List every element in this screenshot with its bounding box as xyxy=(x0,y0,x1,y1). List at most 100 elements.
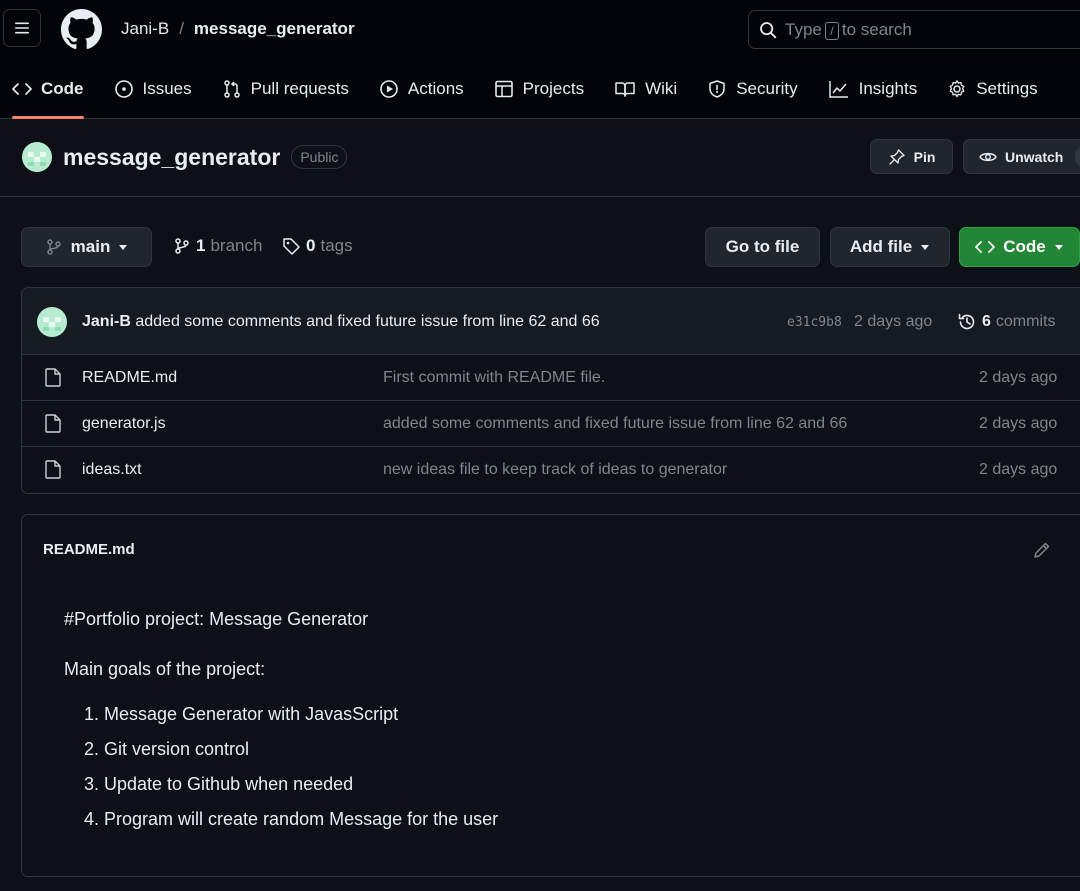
git-branch-icon xyxy=(175,238,189,254)
branches-link[interactable]: 1 branch xyxy=(173,236,262,256)
file-icon xyxy=(45,460,61,479)
tab-actions-label: Actions xyxy=(407,79,464,98)
table-icon xyxy=(494,80,513,98)
branch-name: main xyxy=(70,237,111,256)
breadcrumb: Jani-B / message_generator xyxy=(121,19,355,39)
tab-security[interactable]: Security xyxy=(707,70,798,108)
add-file-label: Add file xyxy=(849,237,913,256)
file-row[interactable]: ideas.txt new ideas file to keep track o… xyxy=(22,447,1080,493)
tag-icon xyxy=(283,237,300,255)
commit-time: 2 days ago xyxy=(854,313,933,330)
search-placeholder-suffix: to search xyxy=(841,19,912,39)
file-row[interactable]: README.md First commit with README file.… xyxy=(22,355,1080,401)
repo-title-row: message_generator Public xyxy=(22,142,348,172)
eye-icon xyxy=(979,152,997,161)
readme-intro: Main goals of the project: xyxy=(64,659,266,679)
breadcrumb-repo-link[interactable]: message_generator xyxy=(194,19,355,39)
code-dropdown-button[interactable]: Code xyxy=(959,227,1080,267)
tab-actions[interactable]: Actions xyxy=(379,70,464,108)
readme-heading: #Portfolio project: Message Generator xyxy=(64,609,369,629)
commit-author-link[interactable]: Jani-B xyxy=(82,313,131,330)
unwatch-button[interactable]: Unwatch xyxy=(963,139,1080,174)
commit-sha-link[interactable]: e31c9b8 xyxy=(787,315,842,330)
author-avatar[interactable] xyxy=(37,307,67,337)
repo-nav-tabs: Code Issues Pull requests Actions Projec… xyxy=(0,70,1038,119)
tab-issues[interactable]: Issues xyxy=(114,70,192,108)
add-file-button[interactable]: Add file xyxy=(830,227,950,267)
list-item: Message Generator with JavasScript xyxy=(104,697,498,732)
visibility-badge: Public xyxy=(291,145,348,169)
search-placeholder-prefix: Type xyxy=(785,19,822,39)
tab-code-label: Code xyxy=(41,79,84,98)
git-pull-request-icon xyxy=(223,80,240,98)
pin-button[interactable]: Pin xyxy=(870,139,953,174)
file-name-link[interactable]: generator.js xyxy=(82,415,166,433)
tab-projects-label: Projects xyxy=(522,79,585,98)
caret-down-icon xyxy=(119,245,128,250)
gear-icon xyxy=(949,80,965,98)
tab-pull-requests-label: Pull requests xyxy=(250,79,349,98)
pencil-icon[interactable] xyxy=(1033,541,1051,559)
code-icon xyxy=(12,83,32,95)
breadcrumb-owner-link[interactable]: Jani-B xyxy=(121,19,169,39)
readme-goals-list: Message Generator with JavasScript Git v… xyxy=(104,697,498,837)
file-name-link[interactable]: README.md xyxy=(82,369,177,387)
tab-insights[interactable]: Insights xyxy=(828,70,918,108)
file-commit-message-link[interactable]: new ideas file to keep track of ideas to… xyxy=(383,461,727,479)
issue-opened-icon xyxy=(114,80,133,98)
tab-wiki-label: Wiki xyxy=(645,79,678,98)
file-icon xyxy=(45,414,61,433)
repo-name[interactable]: message_generator xyxy=(63,144,280,171)
tag-word: tags xyxy=(320,236,353,255)
list-item: Update to Github when needed xyxy=(104,767,498,802)
tab-insights-label: Insights xyxy=(858,79,918,98)
branch-word: branch xyxy=(210,236,263,255)
file-row[interactable]: generator.js added some comments and fix… xyxy=(22,401,1080,447)
tab-wiki[interactable]: Wiki xyxy=(614,70,677,108)
commits-history-link[interactable]: 6 commits xyxy=(957,312,1055,332)
tab-projects[interactable]: Projects xyxy=(494,70,584,108)
code-button-label: Code xyxy=(1003,237,1046,256)
graph-icon xyxy=(828,81,848,98)
file-commit-date: 2 days ago xyxy=(979,461,1058,478)
branch-select-button[interactable]: main xyxy=(21,227,152,267)
search-input[interactable]: Type / to search xyxy=(748,10,1080,49)
tab-pull-requests[interactable]: Pull requests xyxy=(222,70,349,108)
hamburger-menu-button[interactable] xyxy=(3,9,41,47)
commit-count: 6 xyxy=(982,313,991,330)
commit-message-link[interactable]: added some comments and fixed future iss… xyxy=(135,313,599,330)
unwatch-label: Unwatch xyxy=(1005,148,1064,165)
tab-settings[interactable]: Settings xyxy=(947,70,1038,108)
go-to-file-button[interactable]: Go to file xyxy=(705,227,820,267)
file-commit-message-link[interactable]: added some comments and fixed future iss… xyxy=(383,415,847,433)
tags-link[interactable]: 0 tags xyxy=(282,236,353,256)
header-divider xyxy=(0,196,1080,197)
tab-code[interactable]: Code xyxy=(12,70,84,119)
file-browser: Jani-B added some comments and fixed fut… xyxy=(21,287,1080,494)
commit-word: commits xyxy=(995,313,1056,330)
latest-commit-row: Jani-B added some comments and fixed fut… xyxy=(22,288,1080,355)
breadcrumb-separator: / xyxy=(179,19,184,38)
file-icon xyxy=(45,368,61,387)
readme-title[interactable]: README.md xyxy=(43,541,135,558)
file-name-link[interactable]: ideas.txt xyxy=(82,461,142,479)
caret-down-icon xyxy=(1054,245,1063,250)
tab-issues-label: Issues xyxy=(142,79,192,98)
tab-security-label: Security xyxy=(736,79,798,98)
list-item: Program will create random Message for t… xyxy=(104,802,498,837)
file-commit-message-link[interactable]: First commit with README file. xyxy=(383,369,605,387)
active-tab-indicator xyxy=(12,116,84,119)
play-icon xyxy=(380,80,398,98)
search-shortcut-key: / xyxy=(824,21,839,40)
readme-content: #Portfolio project: Message Generator Ma… xyxy=(64,607,498,837)
branch-count: 1 xyxy=(196,236,206,255)
file-commit-date: 2 days ago xyxy=(979,369,1058,386)
github-logo-icon[interactable] xyxy=(61,9,102,50)
watch-count-badge xyxy=(1075,146,1080,167)
list-item: Git version control xyxy=(104,732,498,767)
go-to-file-label: Go to file xyxy=(725,237,800,256)
repo-avatar[interactable] xyxy=(22,142,52,172)
caret-down-icon xyxy=(921,245,930,250)
search-icon xyxy=(760,21,777,38)
hamburger-icon xyxy=(15,22,29,34)
